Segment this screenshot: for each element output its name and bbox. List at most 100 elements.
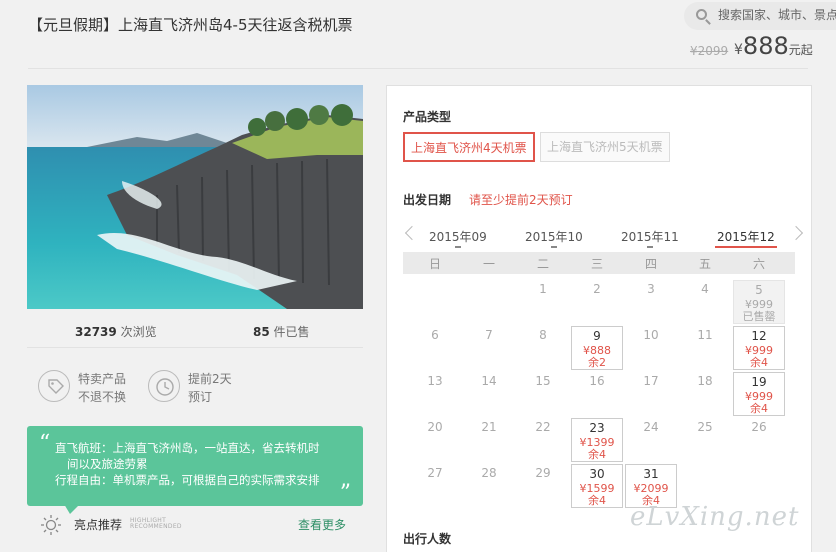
highlights-bar: 亮点推荐 HIGHLIGHT RECOMMENDED 查看更多 bbox=[40, 514, 360, 536]
day-number: 10 bbox=[643, 328, 659, 342]
views-stat: 32739 次浏览 bbox=[75, 323, 157, 340]
weekday-label: 六 bbox=[752, 257, 765, 271]
day-number: 5 bbox=[755, 283, 763, 297]
feature-line: 特卖产品 bbox=[78, 372, 127, 386]
product-photo[interactable] bbox=[27, 85, 363, 309]
day-remaining: 已售罄 bbox=[742, 310, 776, 323]
calendar-day: 24 bbox=[625, 418, 677, 462]
calendar-day: 13 bbox=[409, 372, 461, 416]
day-number: 17 bbox=[643, 374, 659, 388]
next-month-icon[interactable] bbox=[788, 225, 804, 241]
day-remaining: 余4 bbox=[588, 494, 606, 507]
day-number: 31 bbox=[643, 467, 659, 481]
day-number: 23 bbox=[589, 421, 605, 435]
tag-icon bbox=[38, 370, 70, 402]
search-box[interactable] bbox=[684, 2, 836, 30]
calendar-day: 10 bbox=[625, 326, 677, 370]
day-number: 18 bbox=[697, 374, 713, 388]
weekday-label: 二 bbox=[536, 257, 549, 271]
day-number: 30 bbox=[589, 467, 605, 481]
day-number: 12 bbox=[751, 329, 767, 343]
calendar-day: 14 bbox=[463, 372, 515, 416]
day-number: 1 bbox=[539, 282, 547, 296]
calendar-day: 3 bbox=[625, 280, 677, 324]
calendar-day: 8 bbox=[517, 326, 569, 370]
page-title: 【元旦假期】上海直飞济州岛4-5天往返含税机票 bbox=[28, 16, 353, 34]
calendar-day: 4 bbox=[679, 280, 731, 324]
day-number: 27 bbox=[427, 466, 443, 480]
month-tab[interactable]: 2015年10 bbox=[525, 228, 583, 248]
search-input[interactable] bbox=[718, 8, 836, 22]
calendar-day: 29 bbox=[517, 464, 569, 508]
weekday-header: 日 一 二 三 四 五 六 bbox=[403, 252, 795, 274]
note-pointer bbox=[64, 504, 80, 514]
weekday-label: 日 bbox=[428, 257, 441, 271]
calendar-day: 16 bbox=[571, 372, 623, 416]
day-number: 19 bbox=[751, 375, 767, 389]
calendar-day-soldout: 5 ¥999 已售罄 bbox=[733, 280, 785, 324]
day-remaining: 余4 bbox=[750, 356, 768, 369]
calendar-day: 6 bbox=[409, 326, 461, 370]
watermark: eLvXing.net bbox=[630, 502, 800, 532]
day-number: 4 bbox=[701, 282, 709, 296]
booking-panel: 产品类型 上海直飞济州4天机票 上海直飞济州5天机票 出发日期 请至少提前2天预… bbox=[386, 85, 812, 552]
day-number: 11 bbox=[697, 328, 713, 342]
product-option-4day[interactable]: 上海直飞济州4天机票 bbox=[403, 132, 535, 162]
search-icon bbox=[696, 9, 707, 20]
calendar-day: 17 bbox=[625, 372, 677, 416]
calendar-day-available[interactable]: 30 ¥1599 余4 bbox=[571, 464, 623, 508]
day-number: 8 bbox=[539, 328, 547, 342]
day-number: 14 bbox=[481, 374, 497, 388]
calendar-day-available[interactable]: 9 ¥888 余2 bbox=[571, 326, 623, 370]
calendar-day: 27 bbox=[409, 464, 461, 508]
day-number: 24 bbox=[643, 420, 659, 434]
weekday-label: 五 bbox=[698, 257, 711, 271]
clock-icon bbox=[148, 370, 180, 402]
day-number: 9 bbox=[593, 329, 601, 343]
calendar-day: 15 bbox=[517, 372, 569, 416]
prev-month-icon[interactable] bbox=[404, 225, 420, 241]
calendar-day: 1 bbox=[517, 280, 569, 324]
calendar-day: 28 bbox=[463, 464, 515, 508]
advance-booking-hint: 请至少提前2天预订 bbox=[469, 193, 573, 207]
sun-icon bbox=[40, 514, 62, 536]
weekday-label: 三 bbox=[590, 257, 603, 271]
highlights-en: RECOMMENDED bbox=[130, 523, 182, 530]
month-tab[interactable]: 2015年09 bbox=[429, 228, 487, 248]
calendar-day: 22 bbox=[517, 418, 569, 462]
coast-illustration bbox=[27, 85, 363, 309]
highlights-note: “ 直飞航班：上海直飞济州岛，一站直达，省去转机时 间以及旅途劳累 行程自由：单… bbox=[27, 426, 363, 506]
price-suffix: 元起 bbox=[788, 43, 813, 57]
feature-advance-booking: 提前2天 预订 bbox=[148, 368, 258, 408]
day-remaining: 余2 bbox=[588, 356, 606, 369]
current-price: ¥888元起 bbox=[734, 32, 813, 60]
day-number: 28 bbox=[481, 466, 497, 480]
month-tab-active[interactable]: 2015年12 bbox=[715, 228, 777, 248]
month-tab[interactable]: 2015年11 bbox=[621, 228, 679, 248]
see-more-link[interactable]: 查看更多 bbox=[298, 516, 346, 533]
close-quote-icon: ” bbox=[339, 481, 351, 506]
calendar-day-available[interactable]: 19 ¥999 余4 bbox=[733, 372, 785, 416]
departure-date-label: 出发日期 bbox=[403, 193, 452, 207]
calendar-day-available[interactable]: 12 ¥999 余4 bbox=[733, 326, 785, 370]
day-number: 7 bbox=[485, 328, 493, 342]
currency-symbol: ¥ bbox=[734, 42, 743, 58]
feature-line: 预订 bbox=[188, 390, 213, 404]
calendar-day: 25 bbox=[679, 418, 731, 462]
day-number: 26 bbox=[751, 420, 767, 434]
day-number: 6 bbox=[431, 328, 439, 342]
product-option-5day[interactable]: 上海直飞济州5天机票 bbox=[540, 132, 670, 162]
travelers-label: 出行人数 bbox=[403, 532, 452, 546]
month-selector: 2015年09 2015年10 2015年11 2015年12 bbox=[403, 225, 804, 250]
day-number: 22 bbox=[535, 420, 551, 434]
day-number: 2 bbox=[593, 282, 601, 296]
open-quote-icon: “ bbox=[39, 431, 51, 456]
day-number: 15 bbox=[535, 374, 551, 388]
header-divider bbox=[28, 68, 808, 69]
calendar-day: 2 bbox=[571, 280, 623, 324]
calendar-day-available[interactable]: 23 ¥1399 余4 bbox=[571, 418, 623, 462]
feature-no-refund: 特卖产品 不退不换 bbox=[38, 368, 148, 408]
calendar-day: 20 bbox=[409, 418, 461, 462]
day-number: 25 bbox=[697, 420, 713, 434]
day-number: 29 bbox=[535, 466, 551, 480]
